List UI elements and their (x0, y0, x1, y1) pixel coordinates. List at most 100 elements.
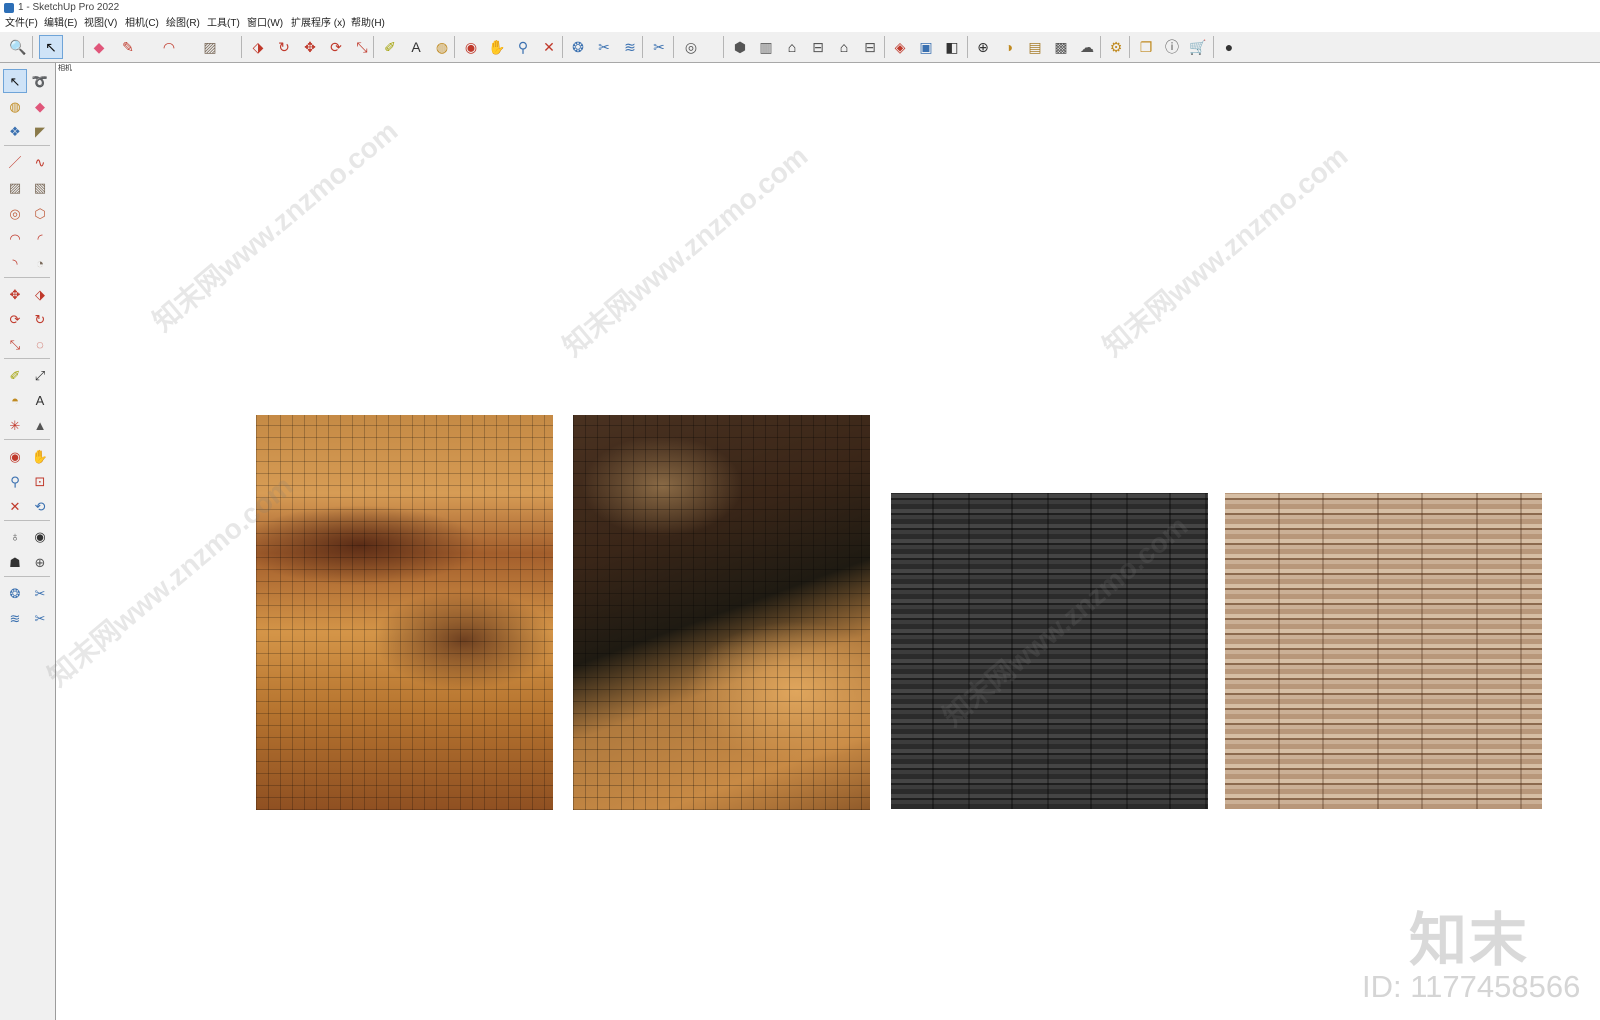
zoom-window-icon[interactable]: ⊡ (29, 470, 51, 492)
position-camera-icon[interactable]: ♁ (4, 525, 26, 547)
offset-icon[interactable]: ◌ (29, 333, 51, 355)
menu-item[interactable]: 相机(C) (125, 16, 159, 32)
info-icon[interactable]: ⓘ (1161, 36, 1183, 58)
eraser-icon[interactable]: ◆ (88, 36, 110, 58)
iso-view-icon[interactable]: ⬢ (729, 36, 751, 58)
toolbar-separator (1129, 36, 1130, 58)
lasso-icon[interactable]: ➰ (29, 70, 51, 92)
right-view-icon[interactable]: ⊟ (807, 36, 829, 58)
back-view-icon[interactable]: ⌂ (833, 36, 855, 58)
push-pull-icon[interactable]: ⬗ (29, 283, 51, 305)
orbit-icon[interactable]: ◉ (460, 36, 482, 58)
push-pull-icon[interactable]: ⬗ (247, 36, 269, 58)
follow-me-icon[interactable]: ↻ (273, 36, 295, 58)
front-view-icon[interactable]: ⌂ (781, 36, 803, 58)
eraser-icon[interactable]: ◆ (29, 95, 51, 117)
extension-icon[interactable]: ✂ (29, 582, 51, 604)
freehand-icon[interactable]: ∿ (29, 151, 51, 173)
menu-item[interactable]: 帮助(H) (351, 16, 385, 32)
text-icon[interactable]: A (405, 36, 427, 58)
pan-icon[interactable]: ✋ (486, 36, 508, 58)
toolbar-separator (673, 36, 674, 58)
text-icon[interactable]: A (29, 389, 51, 411)
zoom-extents-icon[interactable]: ✕ (538, 36, 560, 58)
scene-tab-label[interactable]: 相机 (58, 63, 72, 73)
arc-3-icon[interactable]: ◝ (4, 252, 26, 274)
cart-icon[interactable]: 🛒 (1187, 36, 1209, 58)
follow-me-icon[interactable]: ↻ (29, 308, 51, 330)
zoom-icon[interactable]: 🔍 (7, 36, 29, 58)
menu-item[interactable]: 扩展程序 (x) (291, 16, 345, 32)
arc-2-icon[interactable]: ◜ (29, 227, 51, 249)
arc-icon[interactable]: ◠ (158, 36, 180, 58)
previous-view-icon[interactable]: ⟲ (29, 495, 51, 517)
menu-item[interactable]: 工具(T) (207, 16, 240, 32)
orbit-icon[interactable]: ◉ (4, 445, 26, 467)
account-icon[interactable]: ● (1218, 36, 1240, 58)
toolbar-separator (884, 36, 885, 58)
menu-item[interactable]: 窗口(W) (247, 16, 283, 32)
line-icon[interactable]: ／ (4, 151, 26, 173)
paint-bucket-icon[interactable]: ◍ (4, 95, 26, 117)
add-location-icon[interactable]: ⊕ (972, 36, 994, 58)
texture-wood-mosaic-dark[interactable] (573, 415, 870, 810)
menu-item[interactable]: 文件(F) (5, 16, 38, 32)
fog-icon[interactable]: ▩ (1050, 36, 1072, 58)
protractor-icon[interactable]: ◓ (4, 389, 26, 411)
extension-manager-icon[interactable]: ⚙ (1105, 36, 1127, 58)
zoom-extents-icon[interactable]: ✕ (4, 495, 26, 517)
polygon-icon[interactable]: ⬡ (29, 202, 51, 224)
extension-2-icon[interactable]: ✂ (648, 36, 670, 58)
dimension-icon[interactable]: ⤢ (29, 364, 51, 386)
user-icon[interactable]: ◎ (680, 36, 702, 58)
section-display-icon[interactable]: ▣ (915, 36, 937, 58)
extension-2-icon[interactable]: ✂ (29, 607, 51, 629)
scale-icon[interactable]: ⤡ (351, 36, 373, 58)
tape-measure-icon[interactable]: ✐ (379, 36, 401, 58)
pan-icon[interactable]: ✋ (29, 445, 51, 467)
pie-icon[interactable]: ◔ (29, 252, 51, 274)
component-icon[interactable]: ❖ (4, 120, 26, 142)
warehouse-icon[interactable]: ❂ (567, 36, 589, 58)
pencil-icon[interactable]: ✎ (117, 36, 139, 58)
paint-bucket-icon[interactable]: ◍ (431, 36, 453, 58)
move-icon[interactable]: ✥ (4, 283, 26, 305)
warehouse-icon[interactable]: ❂ (4, 582, 26, 604)
layers-icon[interactable]: ≋ (4, 607, 26, 629)
components-icon[interactable]: ❐ (1135, 36, 1157, 58)
scale-icon[interactable]: ⤡ (4, 333, 26, 355)
section-cut-icon[interactable]: ◧ (941, 36, 963, 58)
left-view-icon[interactable]: ⊟ (859, 36, 881, 58)
section-plane-icon[interactable]: ◈ (889, 36, 911, 58)
menu-item[interactable]: 编辑(E) (44, 16, 77, 32)
tape-measure-icon[interactable]: ✐ (4, 364, 26, 386)
shadows-icon[interactable]: ◑ (998, 36, 1020, 58)
circle-icon[interactable]: ◎ (4, 202, 26, 224)
move-icon[interactable]: ✥ (299, 36, 321, 58)
select-icon[interactable]: ↖ (3, 69, 27, 93)
rotated-rectangle-icon[interactable]: ▧ (29, 176, 51, 198)
tag-icon[interactable]: ◤ (29, 120, 51, 142)
rectangle-icon[interactable]: ▨ (4, 176, 26, 198)
rectangle-icon[interactable]: ▨ (199, 36, 221, 58)
menu-item[interactable]: 视图(V) (84, 16, 117, 32)
arc-icon[interactable]: ◠ (4, 227, 26, 249)
layers-icon[interactable]: ≋ (619, 36, 641, 58)
select-icon[interactable]: ↖ (39, 35, 63, 59)
cloud-icon[interactable]: ☁ (1076, 36, 1098, 58)
rotate-icon[interactable]: ⟳ (325, 36, 347, 58)
styles-icon[interactable]: ▤ (1024, 36, 1046, 58)
3d-text-icon[interactable]: ▲ (29, 414, 51, 436)
axes-icon[interactable]: ✳ (4, 414, 26, 436)
menu-item[interactable]: 绘图(R) (166, 16, 200, 32)
walk-icon[interactable]: ☗ (4, 551, 26, 573)
section-plane-icon[interactable]: ⊕ (29, 551, 51, 573)
zoom-tool-icon[interactable]: ⚲ (512, 36, 534, 58)
zoom-icon[interactable]: ⚲ (4, 470, 26, 492)
rotate-icon[interactable]: ⟳ (4, 308, 26, 330)
extension-icon[interactable]: ✂ (593, 36, 615, 58)
top-view-icon[interactable]: ▥ (755, 36, 777, 58)
texture-wood-mosaic-light[interactable] (256, 415, 553, 810)
texture-stacked-wood-natural[interactable] (1225, 493, 1542, 809)
look-around-icon[interactable]: ◉ (29, 525, 51, 547)
